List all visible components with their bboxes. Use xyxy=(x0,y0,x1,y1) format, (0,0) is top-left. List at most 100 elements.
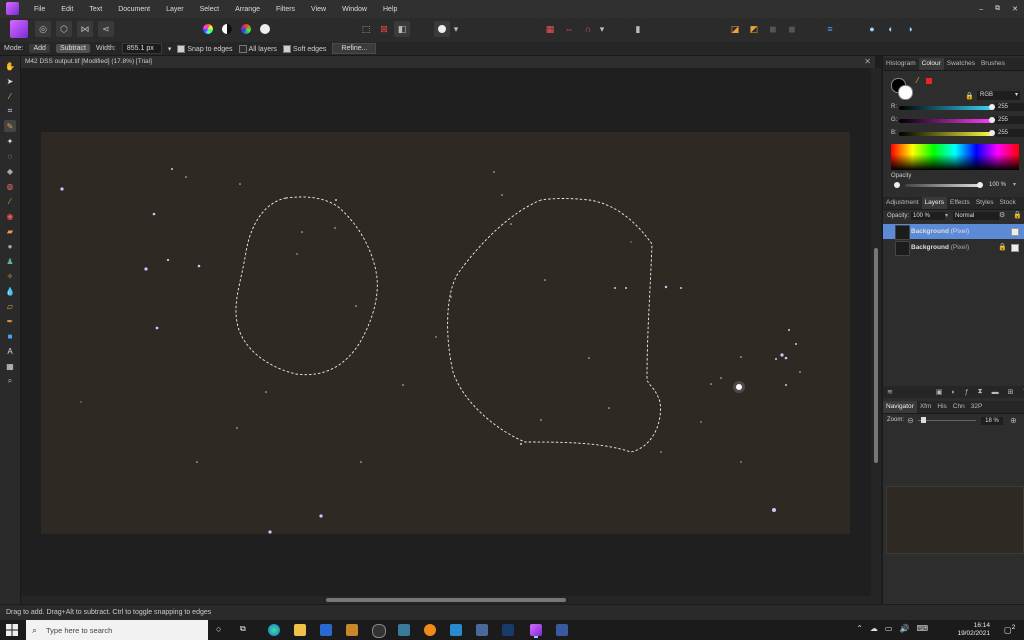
colour-picker-tool-icon[interactable]: ⁄ xyxy=(4,90,16,102)
tab-stock[interactable]: Stock xyxy=(997,197,1019,209)
menu-edit[interactable]: Edit xyxy=(53,6,81,13)
arrange-back-icon[interactable]: ◪ xyxy=(727,21,743,37)
auto-levels-icon[interactable] xyxy=(200,21,216,37)
tab-colour[interactable]: Colour xyxy=(918,58,944,70)
tab-swatches[interactable]: Swatches xyxy=(944,58,978,70)
affinity-photo-taskbar-icon[interactable] xyxy=(530,624,542,636)
zoom-tool-icon[interactable]: ⌕ xyxy=(4,375,16,387)
horizontal-scroll-thumb[interactable] xyxy=(326,598,566,602)
layer-visibility-checkbox[interactable] xyxy=(1011,244,1019,252)
menu-filters[interactable]: Filters xyxy=(268,6,303,13)
marquee-tool-icon[interactable]: ◌ xyxy=(4,150,16,162)
mask-icon[interactable]: ▣ xyxy=(936,388,943,396)
export-persona-icon[interactable]: ⋖ xyxy=(98,21,114,37)
green-channel-value[interactable]: 255 xyxy=(995,116,1024,124)
tab-history[interactable]: His xyxy=(934,401,949,413)
auto-white-balance-icon[interactable] xyxy=(257,21,273,37)
blue-channel-slider[interactable] xyxy=(899,130,995,136)
rectangle-tool-icon[interactable]: ■ xyxy=(4,330,16,342)
inpainting-brush-tool-icon[interactable]: ✧ xyxy=(4,270,16,282)
quick-mask-dropdown-icon[interactable]: ▾ xyxy=(452,21,460,37)
mail-icon[interactable] xyxy=(450,624,462,636)
microsoft-store-icon[interactable] xyxy=(320,624,332,636)
opacity-slider-knob-icon[interactable] xyxy=(977,182,983,188)
pen-tool-icon[interactable]: ✒ xyxy=(4,315,16,327)
move-tool-icon[interactable]: ➤ xyxy=(4,75,16,87)
lock-layer-icon[interactable]: 🔒 xyxy=(1013,211,1022,219)
colour-replacement-tool-icon[interactable]: ◉ xyxy=(4,210,16,222)
tab-brushes[interactable]: Brushes xyxy=(978,58,1008,70)
tab-adjustment[interactable]: Adjustment xyxy=(883,197,922,209)
fx-icon[interactable]: ƒ xyxy=(965,389,969,396)
red-channel-value[interactable]: 255 xyxy=(995,103,1024,111)
quick-mask-icon[interactable] xyxy=(434,21,450,37)
snapping-grid-icon[interactable]: ▦ xyxy=(542,21,558,37)
zoom-slider[interactable] xyxy=(918,420,976,421)
taskbar-search-box[interactable]: ⌕ Type here to search xyxy=(26,620,208,640)
tab-styles[interactable]: Styles xyxy=(973,197,997,209)
opacity-value[interactable]: 100 % xyxy=(989,182,1006,188)
invert-selection-icon[interactable]: ◧ xyxy=(394,21,410,37)
cortana-icon[interactable]: ○ xyxy=(216,624,228,636)
new-layer-icon[interactable]: ⊞ xyxy=(1008,388,1014,396)
menu-view[interactable]: View xyxy=(303,6,334,13)
zoom-slider-knob-icon[interactable] xyxy=(921,417,926,423)
deselect-icon[interactable]: ⊠ xyxy=(376,21,392,37)
snapping-options-icon[interactable]: ⇔ xyxy=(561,21,577,37)
tab-layers[interactable]: Layers xyxy=(921,197,948,209)
layer-visibility-checkbox[interactable] xyxy=(1011,228,1019,236)
photo-persona-icon[interactable] xyxy=(10,20,28,38)
secondary-colour-swatch[interactable] xyxy=(898,85,913,100)
flood-select-tool-icon[interactable]: ✦ xyxy=(4,135,16,147)
live-filter-icon[interactable]: ⧗ xyxy=(978,388,983,396)
layer-opacity-dropdown-icon[interactable]: ▾ xyxy=(945,212,948,219)
menu-select[interactable]: Select xyxy=(192,6,227,13)
auto-contrast-icon[interactable] xyxy=(219,21,235,37)
snap-to-edges-checkbox[interactable]: Snap to edges xyxy=(177,44,233,53)
network-icon[interactable]: ▭ xyxy=(885,624,893,633)
colour-spectrum[interactable] xyxy=(891,144,1019,170)
app-icon-4[interactable] xyxy=(424,624,436,636)
view-tool-icon[interactable]: ✋ xyxy=(4,60,16,72)
file-explorer-icon[interactable] xyxy=(294,624,306,636)
restore-button[interactable]: ⧉ xyxy=(995,5,1000,13)
app-icon-2[interactable] xyxy=(372,624,386,638)
app-icon-5[interactable] xyxy=(476,624,488,636)
minimize-button[interactable]: – xyxy=(979,6,983,13)
mesh-warp-tool-icon[interactable]: ▦ xyxy=(4,360,16,372)
taskbar-clock[interactable]: 16:14 19/02/2021 xyxy=(957,622,990,638)
erase-brush-tool-icon[interactable]: ▰ xyxy=(4,225,16,237)
language-icon[interactable]: ⌨ xyxy=(916,624,928,633)
adjustment-icon[interactable]: ◐ xyxy=(952,389,956,396)
group-icon[interactable]: ▬ xyxy=(992,389,999,396)
colour-picker-icon[interactable]: ⁄ xyxy=(917,76,918,85)
develop-persona-icon[interactable]: ⬡ xyxy=(56,21,72,37)
zoom-value[interactable]: 18 % xyxy=(981,417,1003,425)
selection-brush-tool-icon[interactable]: ✎ xyxy=(4,120,16,132)
zoom-out-icon[interactable]: ⊖ xyxy=(907,416,914,425)
cloud-icon[interactable]: ☁ xyxy=(870,624,878,633)
boolean-subtract-icon[interactable]: ◐ xyxy=(883,21,899,37)
menu-document[interactable]: Document xyxy=(110,6,158,13)
edge-browser-icon[interactable] xyxy=(268,624,280,636)
width-field[interactable]: 855.1 px xyxy=(121,43,162,54)
canvas-area[interactable] xyxy=(21,68,871,596)
vertical-scrollbar[interactable] xyxy=(871,68,881,604)
layer-row[interactable]: Background (Pixel) xyxy=(883,224,1024,240)
tone-mapping-persona-icon[interactable]: ⋈ xyxy=(77,21,93,37)
zoom-in-icon[interactable]: ⊕ xyxy=(1010,416,1017,425)
astro-image[interactable] xyxy=(41,132,850,534)
paint-brush-tool-icon[interactable]: ⁄ xyxy=(4,195,16,207)
notification-center-icon[interactable]: ▢2 xyxy=(1004,624,1016,636)
vertical-scroll-thumb[interactable] xyxy=(874,248,878,463)
menu-layer[interactable]: Layer xyxy=(158,6,192,13)
menu-text[interactable]: Text xyxy=(81,6,110,13)
app-icon-6[interactable] xyxy=(556,624,568,636)
mode-add-button[interactable]: Add xyxy=(29,44,50,53)
menu-file[interactable]: File xyxy=(26,6,53,13)
assistant-icon[interactable]: ▮ xyxy=(630,21,646,37)
snapping-dropdown-icon[interactable]: ▾ xyxy=(598,21,606,37)
horizontal-scrollbar[interactable] xyxy=(21,596,871,604)
boolean-intersect-icon[interactable]: ◑ xyxy=(902,21,918,37)
affinity-photo-logo-icon[interactable] xyxy=(6,2,19,15)
